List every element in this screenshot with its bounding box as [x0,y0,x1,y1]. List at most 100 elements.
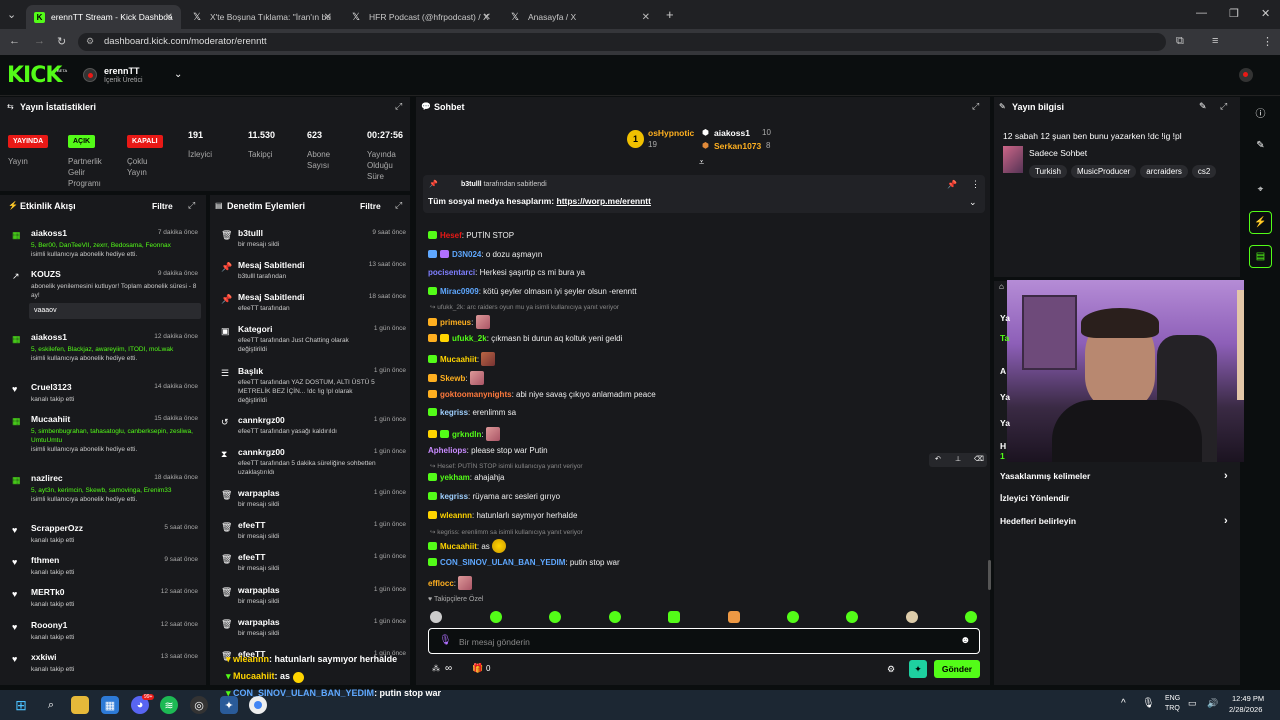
chat-scrollbar[interactable] [988,560,991,590]
emote[interactable] [906,611,918,623]
emote[interactable] [787,611,799,623]
mod-action-title[interactable]: warpaplas [238,585,280,595]
tab-x-post[interactable]: 𝕏 X'te Boşuna Tıklama: "İran'ın bu ✕ [185,5,340,29]
close-icon[interactable]: ✕ [642,12,650,23]
info-icon[interactable]: ⓘ [1249,101,1272,124]
pinned-link[interactable]: https://worp.me/erenntt [557,196,651,206]
leaderboard-user[interactable]: osHypnotic [648,128,694,138]
new-tab-icon[interactable]: + [666,7,674,22]
mod-action-title[interactable]: Mesaj Sabitlendi [238,260,305,270]
app-icon[interactable]: ◎ [190,696,208,714]
tag-chip[interactable]: arcraiders [1140,165,1188,178]
chat-user[interactable]: wleannn [440,511,472,520]
chat-user[interactable]: goktoomanynights [440,390,512,399]
activity-user[interactable]: ScrapperOzz [31,523,83,533]
emote[interactable] [430,611,442,623]
chat-user[interactable]: ufukk_2k [452,334,487,343]
network-icon[interactable]: ▭ [1188,698,1197,709]
chat-user[interactable]: Mirac0909 [440,287,479,296]
emote[interactable] [668,611,680,623]
clock-date[interactable]: 2/28/2026 [1229,705,1262,714]
language-indicator[interactable]: ENG [1165,695,1180,702]
windows-start-icon[interactable]: ⊞ [12,696,30,714]
chevron-down-icon[interactable]: ⌄ [969,197,977,208]
chat-user[interactable]: efflocc [428,579,454,588]
mod-action-title[interactable]: efeeTT [238,552,265,562]
bot-icon[interactable]: ✦ [909,660,927,678]
delete-icon[interactable]: ⌫ [974,455,984,463]
window-close-icon[interactable]: ✕ [1261,7,1270,20]
activity-user[interactable]: xxkiwi [31,652,57,662]
chevron-down-icon[interactable]: ⌄ [174,69,182,80]
close-icon[interactable]: ✕ [324,12,332,23]
chat-user[interactable]: Hesef [440,231,462,240]
chat-user[interactable]: CON_SINOV_ULAN_BAN_YEDIM [440,558,565,567]
settings-gear-icon[interactable]: ⚙ [887,664,895,675]
mod-action-title[interactable]: cannkrgz00 [238,415,285,425]
leaderboard-user[interactable]: aiakoss1 [714,128,750,138]
tab-search-icon[interactable]: ⌄ [7,8,16,21]
activity-user[interactable]: MERTk0 [31,587,65,597]
address-bar[interactable]: ⚙ dashboard.kick.com/moderator/erenntt [78,33,1166,51]
tab-hfr-podcast[interactable]: 𝕏 HFR Podcast (@hfrpodcast) / X ✕ [344,5,499,29]
collapse-leaderboard-icon[interactable]: ⩡ [699,157,704,168]
close-icon[interactable]: ✕ [483,12,491,23]
mod-action-title[interactable]: efeeTT [238,520,265,530]
activity-user[interactable]: aiakoss1 [31,228,67,238]
maximize-icon[interactable]: ❐ [1229,7,1239,20]
mod-action-title[interactable]: cannkrgz00 [238,447,285,457]
emoji-icon[interactable]: ☻ [960,635,971,646]
store-icon[interactable]: ▦ [101,696,119,714]
activity-user[interactable]: nazlirec [31,473,63,483]
chat-user[interactable]: primeus [440,318,471,327]
mod-action-title[interactable]: Başlık [238,366,263,376]
capture-icon[interactable]: ⌖ [1249,178,1272,201]
pinned-by-user[interactable]: b3tulll [461,181,482,188]
raid-item[interactable]: İzleyici Yönlendir [1000,493,1232,503]
lightning-icon[interactable]: ⚡ [1249,211,1272,234]
search-icon[interactable]: ⌕ [42,696,60,714]
expand-icon[interactable]: ⤢ [395,200,402,211]
emote[interactable] [609,611,621,623]
banned-words-item[interactable]: Yasaklanmış kelimeler › [1000,470,1232,482]
forward-icon[interactable]: → [34,35,45,47]
mod-action-title[interactable]: b3tulll [238,228,263,238]
emote[interactable] [490,611,502,623]
expand-icon[interactable]: ⤢ [972,101,979,112]
kick-logo[interactable]: KICK [7,63,62,88]
emote[interactable] [965,611,977,623]
chat-user[interactable]: Skewb [440,374,465,383]
extensions-icon[interactable]: ⧉ [1176,35,1184,48]
chat-user[interactable]: D3N024 [452,250,481,259]
reply-icon[interactable]: ↶ [935,455,941,463]
chat-input[interactable]: 🎙 Bir mesaj gönderin ☻ [428,628,980,654]
emote[interactable] [728,611,740,623]
volume-icon[interactable]: 🔊 [1207,698,1218,709]
chat-user[interactable]: Mucaahiit [440,542,477,551]
edit-icon[interactable]: ✎ [1199,101,1207,112]
expand-icon[interactable]: ⤢ [188,200,195,211]
list-icon[interactable]: ▤ [1249,245,1272,268]
microphone-icon[interactable]: 🎙 [1142,698,1155,709]
send-button[interactable]: Gönder [934,660,980,678]
more-icon[interactable]: ⋮ [971,179,980,190]
activity-user[interactable]: fthmen [31,555,59,565]
tag-chip[interactable]: MusicProducer [1070,165,1137,178]
reload-icon[interactable]: ↻ [57,35,66,48]
media-icon[interactable]: ≡ [1212,35,1218,47]
user-avatar[interactable] [1239,68,1253,82]
chat-user[interactable]: Apheliops [428,446,467,455]
spotify-icon[interactable]: ≋ [160,696,178,714]
chat-user[interactable]: grkndln [452,430,481,439]
activity-user[interactable]: Mucaahiit [31,414,70,424]
pin-icon[interactable]: ⊥ [955,455,961,463]
mod-action-title[interactable]: warpaplas [238,488,280,498]
activity-user[interactable]: aiakoss1 [31,332,67,342]
menu-icon[interactable]: ⋮ [1262,35,1273,48]
tab-kick-dashboard[interactable]: K erennTT Stream - Kick Dashboa ✕ [26,5,181,29]
activity-filter-button[interactable]: Filtre [152,201,173,211]
emote[interactable] [549,611,561,623]
chat-user[interactable]: kegriss [440,408,468,417]
back-icon[interactable]: ← [9,35,20,47]
tab-x-home[interactable]: 𝕏 Anasayfa / X ✕ [503,5,658,29]
